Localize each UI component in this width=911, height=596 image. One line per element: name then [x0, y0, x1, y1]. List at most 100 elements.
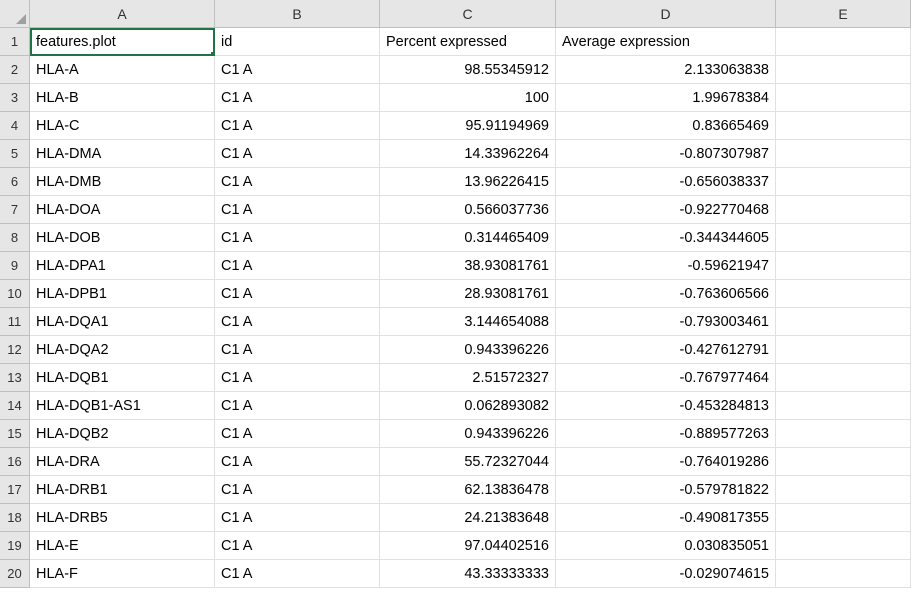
cell-C17[interactable]: 62.13836478	[380, 476, 556, 504]
column-header-A[interactable]: A	[30, 0, 215, 28]
row-header-17[interactable]: 17	[0, 476, 30, 504]
cell-B6[interactable]: C1 A	[215, 168, 380, 196]
cell-A1[interactable]: features.plot	[30, 28, 215, 56]
cell-A8[interactable]: HLA-DOB	[30, 224, 215, 252]
row-header-16[interactable]: 16	[0, 448, 30, 476]
cell-C9[interactable]: 38.93081761	[380, 252, 556, 280]
cell-B17[interactable]: C1 A	[215, 476, 380, 504]
cell-E12[interactable]	[776, 336, 911, 364]
cell-B11[interactable]: C1 A	[215, 308, 380, 336]
cell-E15[interactable]	[776, 420, 911, 448]
cell-D16[interactable]: -0.764019286	[556, 448, 776, 476]
cell-D13[interactable]: -0.767977464	[556, 364, 776, 392]
row-header-12[interactable]: 12	[0, 336, 30, 364]
cell-B9[interactable]: C1 A	[215, 252, 380, 280]
cell-B14[interactable]: C1 A	[215, 392, 380, 420]
cell-D15[interactable]: -0.889577263	[556, 420, 776, 448]
cell-C10[interactable]: 28.93081761	[380, 280, 556, 308]
cell-A13[interactable]: HLA-DQB1	[30, 364, 215, 392]
cell-E5[interactable]	[776, 140, 911, 168]
cell-A20[interactable]: HLA-F	[30, 560, 215, 588]
cell-C14[interactable]: 0.062893082	[380, 392, 556, 420]
cell-E11[interactable]	[776, 308, 911, 336]
cell-B10[interactable]: C1 A	[215, 280, 380, 308]
cell-B16[interactable]: C1 A	[215, 448, 380, 476]
cell-D14[interactable]: -0.453284813	[556, 392, 776, 420]
row-header-7[interactable]: 7	[0, 196, 30, 224]
cell-B3[interactable]: C1 A	[215, 84, 380, 112]
column-header-B[interactable]: B	[215, 0, 380, 28]
cell-A5[interactable]: HLA-DMA	[30, 140, 215, 168]
cell-D5[interactable]: -0.807307987	[556, 140, 776, 168]
column-header-D[interactable]: D	[556, 0, 776, 28]
cell-E1[interactable]	[776, 28, 911, 56]
row-header-2[interactable]: 2	[0, 56, 30, 84]
cell-C13[interactable]: 2.51572327	[380, 364, 556, 392]
cell-D7[interactable]: -0.922770468	[556, 196, 776, 224]
cell-E18[interactable]	[776, 504, 911, 532]
row-header-15[interactable]: 15	[0, 420, 30, 448]
cell-D18[interactable]: -0.490817355	[556, 504, 776, 532]
cell-C6[interactable]: 13.96226415	[380, 168, 556, 196]
row-header-20[interactable]: 20	[0, 560, 30, 588]
cell-B5[interactable]: C1 A	[215, 140, 380, 168]
cell-A7[interactable]: HLA-DOA	[30, 196, 215, 224]
cell-D10[interactable]: -0.763606566	[556, 280, 776, 308]
column-header-C[interactable]: C	[380, 0, 556, 28]
cell-A9[interactable]: HLA-DPA1	[30, 252, 215, 280]
cell-B4[interactable]: C1 A	[215, 112, 380, 140]
select-all-corner[interactable]	[0, 0, 30, 28]
cell-B15[interactable]: C1 A	[215, 420, 380, 448]
cell-E4[interactable]	[776, 112, 911, 140]
cell-C4[interactable]: 95.91194969	[380, 112, 556, 140]
row-header-1[interactable]: 1	[0, 28, 30, 56]
cell-B18[interactable]: C1 A	[215, 504, 380, 532]
column-header-E[interactable]: E	[776, 0, 911, 28]
cell-C18[interactable]: 24.21383648	[380, 504, 556, 532]
cell-A15[interactable]: HLA-DQB2	[30, 420, 215, 448]
cell-B7[interactable]: C1 A	[215, 196, 380, 224]
cell-D6[interactable]: -0.656038337	[556, 168, 776, 196]
cell-E3[interactable]	[776, 84, 911, 112]
cell-C12[interactable]: 0.943396226	[380, 336, 556, 364]
cell-B19[interactable]: C1 A	[215, 532, 380, 560]
cell-B8[interactable]: C1 A	[215, 224, 380, 252]
row-header-9[interactable]: 9	[0, 252, 30, 280]
cell-E6[interactable]	[776, 168, 911, 196]
cell-C5[interactable]: 14.33962264	[380, 140, 556, 168]
cell-A10[interactable]: HLA-DPB1	[30, 280, 215, 308]
row-header-3[interactable]: 3	[0, 84, 30, 112]
cell-D17[interactable]: -0.579781822	[556, 476, 776, 504]
row-header-10[interactable]: 10	[0, 280, 30, 308]
cell-D4[interactable]: 0.83665469	[556, 112, 776, 140]
cell-C16[interactable]: 55.72327044	[380, 448, 556, 476]
cell-A18[interactable]: HLA-DRB5	[30, 504, 215, 532]
cell-B12[interactable]: C1 A	[215, 336, 380, 364]
cell-A17[interactable]: HLA-DRB1	[30, 476, 215, 504]
cell-E13[interactable]	[776, 364, 911, 392]
cell-A14[interactable]: HLA-DQB1-AS1	[30, 392, 215, 420]
row-header-14[interactable]: 14	[0, 392, 30, 420]
row-header-19[interactable]: 19	[0, 532, 30, 560]
cell-A19[interactable]: HLA-E	[30, 532, 215, 560]
cell-E16[interactable]	[776, 448, 911, 476]
row-header-6[interactable]: 6	[0, 168, 30, 196]
cell-B1[interactable]: id	[215, 28, 380, 56]
cell-C1[interactable]: Percent expressed	[380, 28, 556, 56]
cell-B20[interactable]: C1 A	[215, 560, 380, 588]
cell-D3[interactable]: 1.99678384	[556, 84, 776, 112]
cell-E14[interactable]	[776, 392, 911, 420]
cell-A16[interactable]: HLA-DRA	[30, 448, 215, 476]
row-header-5[interactable]: 5	[0, 140, 30, 168]
cell-C19[interactable]: 97.04402516	[380, 532, 556, 560]
cell-E2[interactable]	[776, 56, 911, 84]
cell-C7[interactable]: 0.566037736	[380, 196, 556, 224]
spreadsheet-grid[interactable]: ABCDE1features.plotidPercent expressedAv…	[0, 0, 911, 588]
cell-A11[interactable]: HLA-DQA1	[30, 308, 215, 336]
row-header-11[interactable]: 11	[0, 308, 30, 336]
cell-A2[interactable]: HLA-A	[30, 56, 215, 84]
row-header-18[interactable]: 18	[0, 504, 30, 532]
cell-E20[interactable]	[776, 560, 911, 588]
cell-C15[interactable]: 0.943396226	[380, 420, 556, 448]
cell-D19[interactable]: 0.030835051	[556, 532, 776, 560]
